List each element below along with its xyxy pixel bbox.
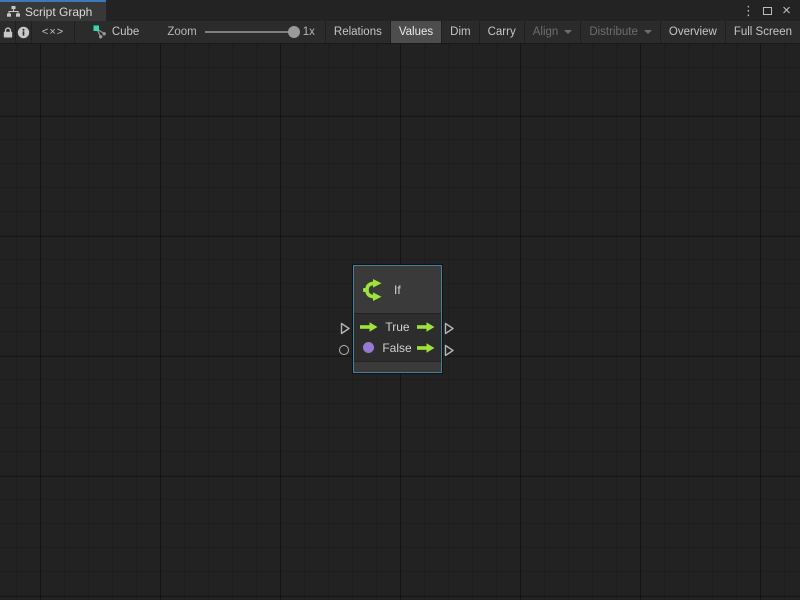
zoom-slider[interactable] [205, 31, 295, 33]
relations-button[interactable]: Relations [325, 21, 390, 43]
chevron-down-icon [644, 30, 652, 34]
full-screen-button[interactable]: Full Screen [725, 21, 800, 43]
flow-in-arrow-icon[interactable] [360, 322, 378, 332]
script-graph-window: Script Graph ⋮ × <×> [0, 0, 800, 600]
angle-brackets-icon: <×> [42, 26, 64, 38]
lock-icon [2, 26, 14, 39]
zoom-value: 1x [303, 26, 315, 38]
dim-button[interactable]: Dim [441, 21, 478, 43]
tab-bar: Script Graph ⋮ × [0, 0, 800, 21]
if-node-body: True False [354, 314, 441, 361]
ports-toggle-button[interactable]: <×> [32, 21, 75, 43]
chevron-down-icon [564, 30, 572, 34]
flow-out-false-arrow-icon[interactable] [417, 343, 435, 353]
condition-input-port[interactable] [339, 345, 349, 355]
true-output-port[interactable] [444, 322, 455, 335]
tab-title: Script Graph [25, 5, 92, 19]
info-button[interactable] [16, 21, 32, 43]
script-graph-asset-icon [93, 25, 107, 39]
values-button[interactable]: Values [390, 21, 441, 43]
graph-hierarchy-icon [7, 6, 20, 18]
distribute-dropdown[interactable]: Distribute [580, 21, 660, 43]
maximize-icon[interactable] [760, 3, 775, 19]
overview-button[interactable]: Overview [660, 21, 725, 43]
lock-button[interactable] [0, 21, 16, 43]
port-label-true: True [378, 320, 417, 334]
if-node-footer [354, 361, 441, 372]
branch-if-icon [360, 275, 386, 305]
port-row-true: True [354, 316, 441, 337]
false-output-port[interactable] [444, 344, 455, 357]
port-row-false: False [354, 337, 441, 358]
close-icon[interactable]: × [779, 3, 794, 19]
graph-owner-indicator[interactable]: Cube [75, 21, 154, 43]
if-node-header[interactable]: If [354, 266, 441, 314]
graph-canvas[interactable]: If True False [0, 44, 800, 600]
toolbar-buttons: Relations Values Dim Carry Align Distrib… [325, 21, 800, 43]
graph-owner-label: Cube [112, 26, 140, 38]
condition-value-dot[interactable] [363, 342, 374, 353]
info-icon [17, 26, 30, 39]
flow-input-port[interactable] [340, 322, 351, 335]
graph-toolbar: <×> Cube Zoom 1x Relations Values Dim Ca… [0, 21, 800, 44]
align-dropdown[interactable]: Align [524, 21, 581, 43]
zoom-label: Zoom [167, 26, 196, 38]
carry-button[interactable]: Carry [479, 21, 524, 43]
window-controls: ⋮ × [741, 0, 800, 21]
port-label-false: False [377, 341, 417, 355]
kebab-menu-icon[interactable]: ⋮ [741, 3, 756, 19]
zoom-control: Zoom 1x [153, 21, 325, 43]
node-title: If [394, 283, 401, 297]
tab-script-graph[interactable]: Script Graph [0, 0, 106, 21]
if-node[interactable]: If True False [353, 265, 442, 373]
zoom-slider-knob[interactable] [288, 26, 300, 38]
flow-out-true-arrow-icon[interactable] [417, 322, 435, 332]
